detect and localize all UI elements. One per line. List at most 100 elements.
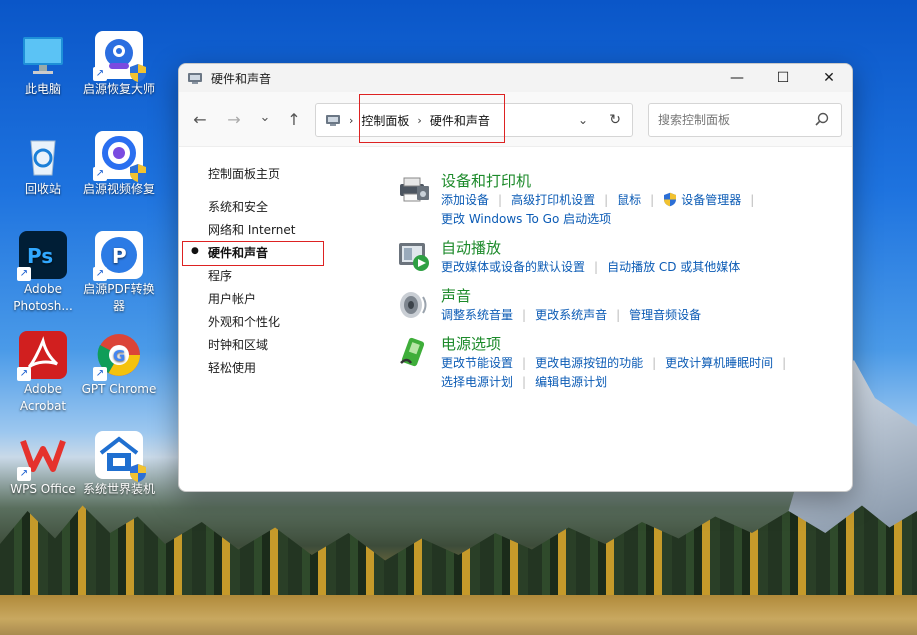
link-power-button-function[interactable]: 更改电源按钮的功能 [535, 354, 643, 371]
shortcut-arrow-icon: ↗ [93, 267, 107, 281]
breadcrumb-control-panel[interactable]: 控制面板 [361, 112, 409, 129]
search-input[interactable] [658, 113, 808, 127]
link-row: 选择电源计划 | 编辑电源计划 [441, 373, 607, 390]
desktop-icon-qiyuan-recovery[interactable]: ↗ 启源恢复大师 [79, 31, 159, 98]
desktop-icon-label: 系统世界装机 [82, 482, 155, 496]
divider: | [604, 192, 609, 207]
link-row: 添加设备 | 高级打印机设置 | 鼠标 | 设备管理器 | [441, 191, 763, 208]
category-title[interactable]: 设备和打印机 [441, 170, 531, 191]
desktop-icon-gpt-chrome[interactable]: G ↗ GPT Chrome [79, 331, 159, 398]
control-panel-icon [188, 73, 202, 84]
recent-locations-button[interactable]: ⌄ [254, 110, 276, 125]
sidebar-item-ease-of-access[interactable]: 轻松使用 [208, 359, 256, 376]
wallpaper-meadow [0, 595, 917, 635]
sidebar-item-clock-region[interactable]: 时钟和区域 [208, 336, 268, 353]
desktop-icon-photoshop[interactable]: Ps ↗ Adobe Photosh... [3, 231, 83, 315]
desktop-icon-wps[interactable]: ↗ WPS Office [3, 431, 83, 498]
link-row: 更改节能设置 | 更改电源按钮的功能 | 更改计算机睡眠时间 | [441, 354, 795, 371]
link-row: 调整系统音量 | 更改系统声音 | 管理音频设备 [441, 306, 701, 323]
shortcut-arrow-icon: ↗ [17, 467, 31, 481]
link-adjust-volume[interactable]: 调整系统音量 [441, 306, 513, 323]
divider: | [594, 259, 599, 274]
breadcrumb-hardware-sound[interactable]: 硬件和声音 [430, 112, 490, 129]
category-title[interactable]: 电源选项 [441, 333, 501, 354]
sidebar-item-network[interactable]: 网络和 Internet [208, 221, 295, 238]
video-repair-app-icon: ↗ [93, 131, 146, 182]
up-button[interactable]: ↑ [283, 110, 305, 129]
recycle-bin-icon [19, 131, 67, 179]
desktop-icon-recycle-bin[interactable]: 回收站 [3, 131, 83, 198]
link-device-manager[interactable]: 设备管理器 [681, 191, 741, 208]
speaker-icon[interactable] [397, 287, 431, 321]
link-change-power-saving[interactable]: 更改节能设置 [441, 354, 513, 371]
monitor-icon [19, 31, 67, 79]
recovery-app-icon: ↗ [93, 31, 146, 82]
category-title[interactable]: 声音 [441, 285, 471, 306]
link-manage-audio-devices[interactable]: 管理音频设备 [629, 306, 701, 323]
chevron-right-icon[interactable]: › [417, 114, 421, 127]
refresh-icon[interactable]: ↻ [609, 112, 621, 128]
maximize-button[interactable]: ☐ [760, 64, 806, 92]
link-edit-power-plan[interactable]: 编辑电源计划 [535, 373, 607, 390]
divider: | [782, 355, 787, 370]
minimize-button[interactable]: — [714, 64, 760, 92]
sidebar-item-home[interactable]: 控制面板主页 [208, 165, 280, 182]
divider: | [522, 355, 527, 370]
desktop-icon-label: WPS Office [10, 482, 76, 496]
link-add-device[interactable]: 添加设备 [441, 191, 489, 208]
shortcut-arrow-icon: ↗ [93, 367, 107, 381]
desktop-icon-this-pc[interactable]: 此电脑 [3, 31, 83, 98]
chevron-down-icon[interactable]: ⌄ [578, 113, 588, 127]
power-icon[interactable] [397, 335, 431, 369]
link-change-system-sounds[interactable]: 更改系统声音 [535, 306, 607, 323]
divider: | [652, 355, 657, 370]
desktop-icon-label: Adobe Acrobat [19, 382, 67, 413]
desktop-icon-qiyuan-video[interactable]: ↗ 启源视频修复 [79, 131, 159, 198]
navigation-bar: ← → ⌄ ↑ › 控制面板 › 硬件和声音 ⌄ ↻ [179, 92, 852, 147]
sidebar-item-user-accounts[interactable]: 用户帐户 [208, 290, 256, 307]
svg-text:P: P [112, 244, 127, 268]
wallpaper-forest [0, 505, 917, 610]
desktop-icon-acrobat[interactable]: ↗ Adobe Acrobat [3, 331, 83, 415]
svg-text:Ps: Ps [27, 244, 53, 268]
caption-buttons: — ☐ ✕ [714, 64, 852, 92]
printer-icon[interactable] [397, 172, 431, 206]
shortcut-arrow-icon: ↗ [17, 267, 31, 281]
link-autoplay-cd[interactable]: 自动播放 CD 或其他媒体 [607, 258, 740, 275]
title-bar[interactable]: 硬件和声音 — ☐ ✕ [179, 64, 852, 92]
control-panel-window: 硬件和声音 — ☐ ✕ ← → ⌄ ↑ › 控制面板 › 硬件和声音 ⌄ ↻ 搜… [178, 63, 853, 492]
back-button[interactable]: ← [189, 110, 211, 129]
pdf-converter-icon: P ↗ [93, 231, 143, 281]
link-row: 更改 Windows To Go 启动选项 [441, 210, 611, 227]
autoplay-icon[interactable] [397, 239, 431, 273]
sidebar-item-appearance[interactable]: 外观和个性化 [208, 313, 280, 330]
link-windows-to-go[interactable]: 更改 Windows To Go 启动选项 [441, 210, 611, 227]
uac-shield-icon [664, 192, 677, 207]
divider: | [522, 307, 527, 322]
link-mouse[interactable]: 鼠标 [617, 191, 641, 208]
system-installer-icon [95, 431, 146, 482]
divider: | [750, 192, 755, 207]
search-icon[interactable] [815, 112, 829, 130]
close-button[interactable]: ✕ [806, 64, 852, 92]
shortcut-arrow-icon: ↗ [93, 167, 107, 181]
link-change-default-media[interactable]: 更改媒体或设备的默认设置 [441, 258, 585, 275]
category-title[interactable]: 自动播放 [441, 237, 501, 258]
link-change-sleep-time[interactable]: 更改计算机睡眠时间 [665, 354, 773, 371]
desktop-icon-system-world[interactable]: 系统世界装机 [79, 431, 159, 498]
sidebar-item-programs[interactable]: 程序 [208, 267, 232, 284]
link-advanced-printer-settings[interactable]: 高级打印机设置 [511, 191, 595, 208]
address-bar[interactable]: › 控制面板 › 硬件和声音 ⌄ ↻ [315, 103, 633, 137]
shortcut-arrow-icon: ↗ [17, 367, 31, 381]
chevron-right-icon: › [349, 113, 354, 127]
desktop-icon-qiyuan-pdf[interactable]: P ↗ 启源PDF转换器 [79, 231, 159, 315]
wps-icon: ↗ [17, 431, 67, 481]
forward-button[interactable]: → [223, 110, 245, 129]
sidebar-item-system-security[interactable]: 系统和安全 [208, 198, 268, 215]
desktop-icon-label: 启源视频修复 [82, 182, 155, 196]
link-choose-power-plan[interactable]: 选择电源计划 [441, 373, 513, 390]
svg-text:G: G [113, 347, 125, 365]
photoshop-icon: Ps ↗ [17, 231, 67, 281]
search-box[interactable] [648, 103, 842, 137]
divider: | [498, 192, 503, 207]
